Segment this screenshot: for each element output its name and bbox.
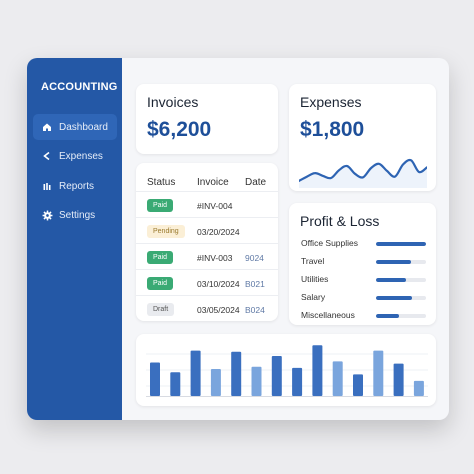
date-cell: B024: [245, 305, 265, 315]
date-cell: 9024: [245, 253, 264, 263]
pl-bar-fill: [376, 278, 406, 282]
pl-bar-office-supplies: [376, 242, 426, 246]
pl-bar-fill: [376, 260, 411, 264]
bar[interactable]: [353, 374, 363, 396]
bar[interactable]: [271, 356, 282, 396]
invoice-cell: 03/05/2024: [197, 305, 240, 315]
invoices-amount: $6,200: [147, 118, 212, 141]
share-icon: [41, 151, 53, 161]
date-cell: B021: [245, 279, 265, 289]
expenses-amount: $1,800: [300, 118, 365, 141]
bar[interactable]: [231, 351, 242, 396]
expenses-card[interactable]: Expenses $1,800: [289, 84, 436, 191]
pl-label-utilities: Utilities: [301, 274, 329, 284]
sidebar-item-expenses[interactable]: Expenses: [33, 143, 117, 169]
sidebar-item-label: Expenses: [59, 150, 103, 162]
profit-loss-title: Profit & Loss: [300, 213, 380, 229]
bar-chart: [146, 345, 428, 397]
sidebar: ACCOUNTING Dashboard Expenses Reports Se…: [27, 58, 122, 420]
table-row[interactable]: Paid #INV-003 9024: [136, 243, 278, 270]
bar[interactable]: [190, 350, 201, 396]
pl-bar-fill: [376, 314, 399, 318]
invoices-card[interactable]: Invoices $6,200: [136, 84, 278, 154]
invoice-cell: 03/20/2024: [197, 227, 240, 237]
expenses-title: Expenses: [300, 94, 362, 110]
bar[interactable]: [251, 366, 262, 396]
status-badge: Draft: [147, 303, 175, 316]
bar[interactable]: [312, 345, 323, 396]
sidebar-item-dashboard[interactable]: Dashboard: [33, 114, 117, 140]
bar[interactable]: [413, 380, 424, 396]
app-brand: ACCOUNTING: [41, 81, 118, 93]
gear-icon: [41, 210, 53, 221]
pl-bar-salary: [376, 296, 426, 300]
bars-icon: [41, 181, 53, 191]
sidebar-item-reports[interactable]: Reports: [33, 173, 117, 199]
invoice-cell: #INV-004: [197, 201, 233, 211]
bar[interactable]: [170, 372, 181, 396]
status-badge: Paid: [147, 251, 174, 264]
invoice-cell: #INV-003: [197, 253, 233, 263]
invoice-cell: 03/10/2024: [197, 279, 240, 289]
bar[interactable]: [292, 367, 303, 396]
column-header-invoice[interactable]: Invoice: [197, 177, 229, 188]
invoice-table: Status Invoice Date Paid #INV-004 Pendin…: [136, 163, 278, 321]
table-row[interactable]: Pending 03/20/2024: [136, 217, 278, 244]
sidebar-item-label: Reports: [59, 180, 95, 192]
table-row[interactable]: Draft 03/05/2024 B024: [136, 295, 278, 322]
pl-bar-fill: [376, 296, 412, 300]
bar[interactable]: [210, 369, 221, 396]
bar-chart-card: [136, 334, 436, 406]
status-badge: Pending: [147, 225, 185, 238]
status-badge: Paid: [147, 277, 174, 290]
column-header-status[interactable]: Status: [147, 177, 175, 188]
bar[interactable]: [373, 350, 384, 396]
pl-bar-miscellaneous: [376, 314, 426, 318]
table-row[interactable]: Paid #INV-004: [136, 191, 278, 218]
home-icon: [41, 122, 53, 132]
sidebar-item-settings[interactable]: Settings: [33, 202, 117, 228]
pl-label-travel: Travel: [301, 256, 325, 266]
pl-bar-utilities: [376, 278, 426, 282]
profit-loss-card[interactable]: Profit & Loss Office Supplies Travel Uti…: [289, 203, 436, 325]
invoices-title: Invoices: [147, 94, 199, 110]
pl-label-salary: Salary: [301, 292, 326, 302]
sidebar-item-label: Settings: [59, 209, 96, 221]
column-header-date[interactable]: Date: [245, 177, 266, 188]
status-badge: Paid: [147, 199, 174, 212]
pl-bar-travel: [376, 260, 426, 264]
expenses-trend-chart: [299, 158, 427, 188]
sidebar-item-label: Dashboard: [59, 121, 108, 133]
pl-bar-fill: [376, 242, 426, 246]
pl-label-office-supplies: Office Supplies: [301, 238, 359, 248]
bar[interactable]: [393, 363, 404, 396]
bar[interactable]: [150, 362, 160, 397]
table-row[interactable]: Paid 03/10/2024 B021: [136, 269, 278, 296]
bar[interactable]: [332, 361, 343, 396]
app-window: ACCOUNTING Dashboard Expenses Reports Se…: [27, 58, 449, 420]
pl-label-miscellaneous: Miscellaneous: [301, 310, 355, 320]
